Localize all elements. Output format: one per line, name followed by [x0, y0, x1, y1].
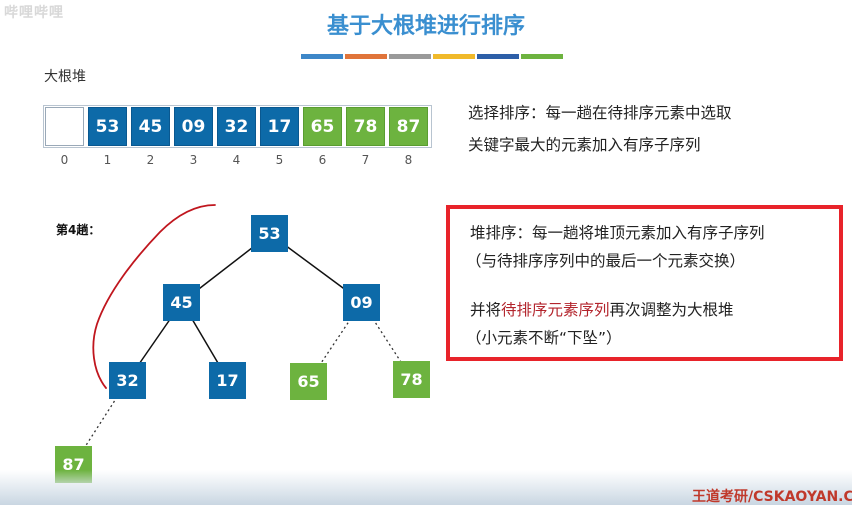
heap-sort-line-3-suffix: 再次调整为大根堆 [609, 301, 734, 319]
tree-node-32: 32 [109, 362, 146, 399]
heap-sort-line-2: （与待排序序列中的最后一个元素交换） [466, 252, 746, 270]
tree-node-17: 17 [209, 362, 246, 399]
tree-node-09: 09 [343, 284, 380, 321]
tree-node-53: 53 [251, 215, 288, 252]
heap-sort-line-3-prefix: 并将 [470, 301, 502, 319]
heap-sort-line-3: 并将待排序元素序列再次调整为大根堆 [470, 298, 734, 320]
heap-sort-line-1: 堆排序：每一趟将堆顶元素加入有序子序列 [470, 224, 765, 242]
credit-watermark: 王道考研/CSKAOYAN.C [692, 489, 852, 505]
heap-sort-line-4: （小元素不断“下坠”） [466, 329, 622, 347]
tree-node-45: 45 [163, 284, 200, 321]
tree-node-78: 78 [393, 361, 430, 398]
heap-sort-line-3-highlight: 待排序元素序列 [501, 301, 610, 319]
tree-node-65: 65 [290, 363, 327, 400]
